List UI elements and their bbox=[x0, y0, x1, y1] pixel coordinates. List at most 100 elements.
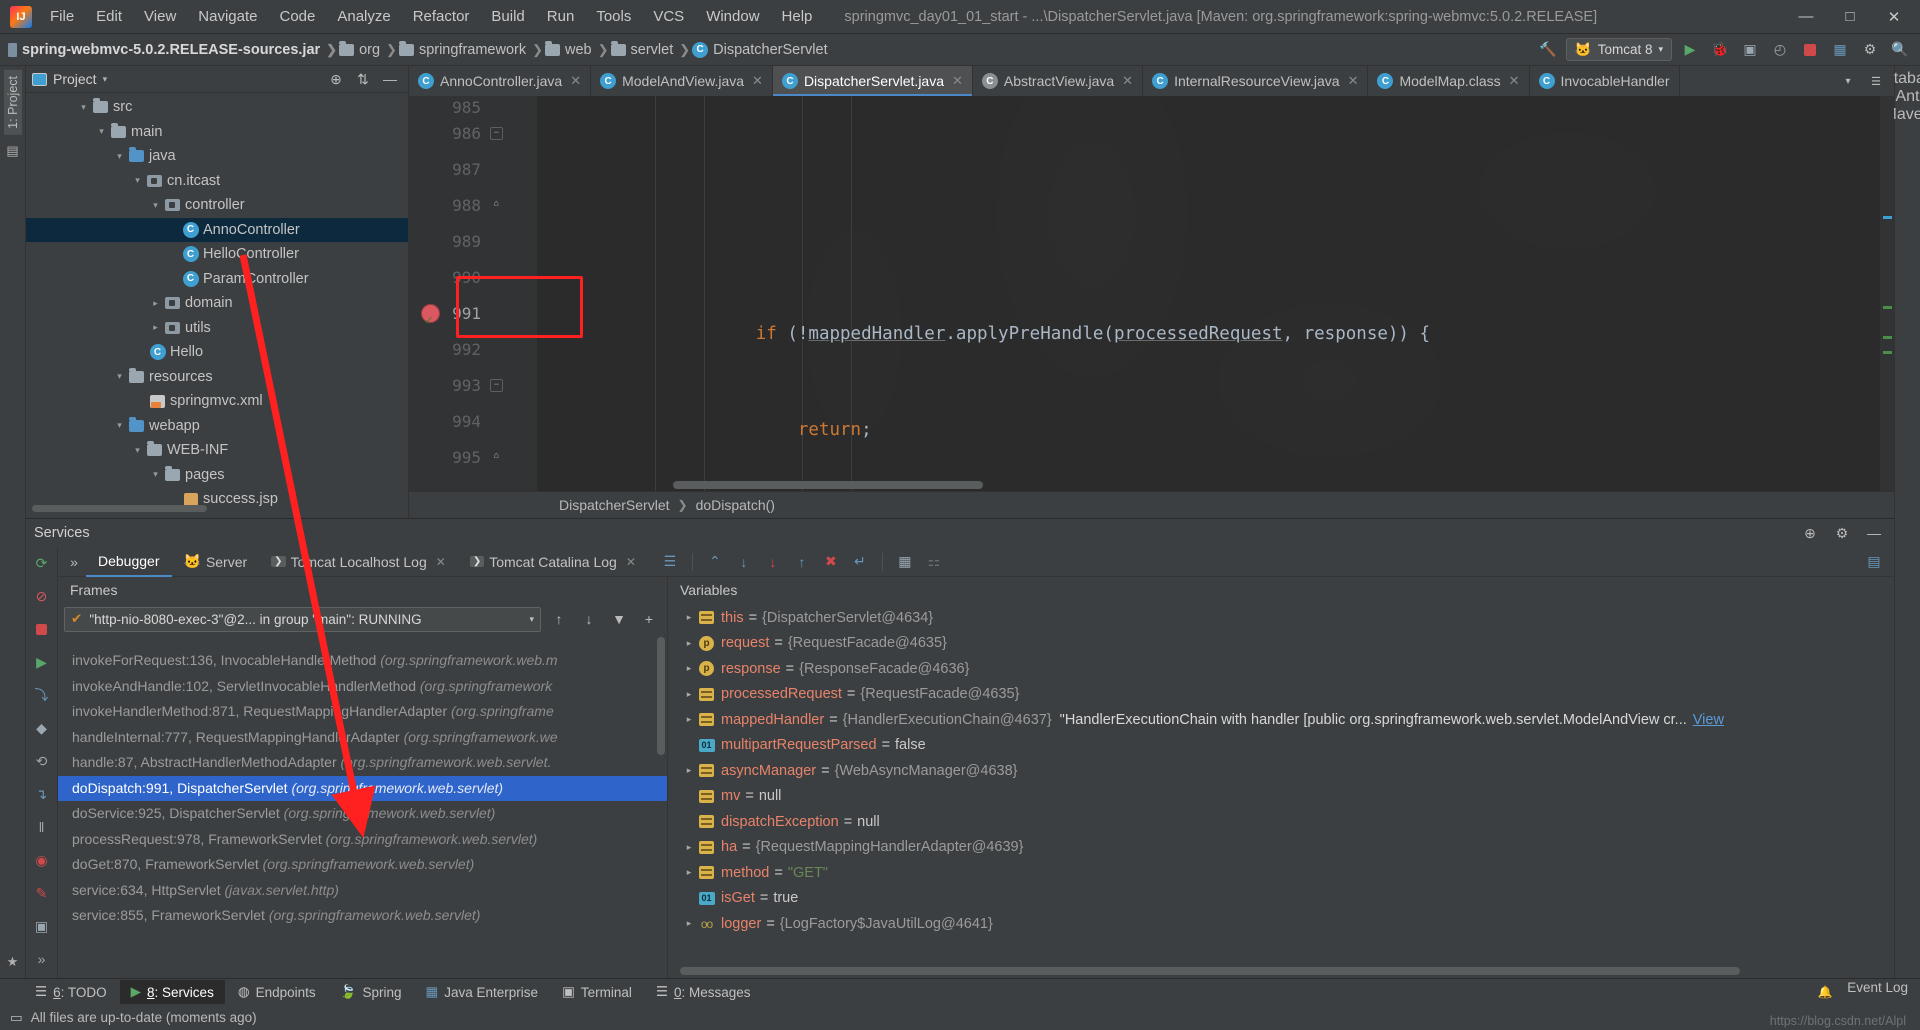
chevron-right-icon[interactable]: ▸ bbox=[680, 663, 698, 674]
menu-item-file[interactable]: File bbox=[40, 4, 84, 29]
event-log-label[interactable]: Event Log bbox=[1847, 980, 1908, 1004]
minimize-button[interactable]: — bbox=[1784, 1, 1828, 33]
close-icon[interactable]: ✕ bbox=[626, 555, 636, 569]
soft-wrap-icon[interactable]: ↵ bbox=[848, 550, 872, 574]
tree-node-hello[interactable]: C Hello bbox=[26, 340, 408, 365]
chevron-down-icon[interactable]: ▾ bbox=[1836, 69, 1860, 93]
scroll-to-end-icon[interactable]: ↓ bbox=[761, 550, 785, 574]
bell-icon[interactable]: 🔔 bbox=[1813, 980, 1837, 1004]
resume-icon[interactable]: ▶ bbox=[32, 652, 52, 672]
variable-row-logger[interactable]: ▸ oo logger = {LogFactory$JavaUtilLog@46… bbox=[668, 911, 1894, 937]
variables-horizontal-scrollbar[interactable] bbox=[680, 967, 1740, 975]
editor-tab-abstractview[interactable]: C AbstractView.java ✕ bbox=[973, 66, 1144, 96]
tree-node-springmvc-xml[interactable]: springmvc.xml bbox=[26, 389, 408, 414]
menu-item-vcs[interactable]: VCS bbox=[643, 4, 694, 29]
chevron-right-icon[interactable]: ▸ bbox=[680, 867, 698, 878]
frame-row[interactable]: doService:925, DispatcherServlet (org.sp… bbox=[58, 801, 667, 827]
tool-window-services[interactable]: ▶ 8: Services bbox=[119, 980, 225, 1004]
build-icon[interactable]: 🔨 bbox=[1536, 38, 1560, 62]
variable-row-dispatchexception[interactable]: ▸ dispatchException = null bbox=[668, 809, 1894, 835]
chevron-right-icon[interactable]: ▸ bbox=[148, 298, 163, 309]
list-icon[interactable]: ☰ bbox=[1864, 69, 1888, 93]
chevron-down-icon[interactable]: ▾ bbox=[130, 175, 145, 186]
menu-item-run[interactable]: Run bbox=[537, 4, 585, 29]
tree-node-webapp[interactable]: ▾ webapp bbox=[26, 414, 408, 439]
down-arrow-icon[interactable]: ↓ bbox=[577, 607, 601, 631]
sidebar-item-ant[interactable]: Ant bbox=[1895, 88, 1919, 106]
breadcrumb-item-springframework[interactable]: springframework ❯ bbox=[398, 40, 545, 58]
frame-row[interactable]: handleInternal:777, RequestMappingHandle… bbox=[58, 725, 667, 751]
editor-gutter[interactable]: 985 986 − 987 988 ⌂ 989 990 991 ✓ 992 99… bbox=[409, 96, 537, 491]
tree-node-web-inf[interactable]: ▾ WEB-INF bbox=[26, 438, 408, 463]
editor-horizontal-scrollbar[interactable] bbox=[673, 481, 983, 489]
chevron-right-icon[interactable]: ▸ bbox=[680, 638, 698, 649]
tool-window-todo[interactable]: ☰ 6: TODO bbox=[24, 980, 118, 1004]
breadcrumb-item-jar[interactable]: spring-webmvc-5.0.2.RELEASE-sources.jar … bbox=[8, 42, 339, 58]
editor-tab-annocontroller[interactable]: C AnnoController.java ✕ bbox=[409, 66, 592, 96]
up-arrow-icon[interactable]: ↑ bbox=[547, 607, 571, 631]
minimize-icon[interactable]: — bbox=[378, 67, 402, 91]
error-stripe-gutter[interactable] bbox=[1880, 96, 1894, 491]
chevron-right-icon[interactable]: ▸ bbox=[680, 918, 698, 929]
variable-row-processedrequest[interactable]: ▸ processedRequest = {RequestFacade@4635… bbox=[668, 682, 1894, 708]
menu-item-help[interactable]: Help bbox=[772, 4, 823, 29]
more-icon[interactable]: + bbox=[637, 607, 661, 631]
stop-icon[interactable] bbox=[1798, 38, 1822, 62]
variable-row-multipartrequestparsed[interactable]: ▸ 01 multipartRequestParsed = false bbox=[668, 733, 1894, 759]
frame-row[interactable]: invokeAndHandle:102, ServletInvocableHan… bbox=[58, 674, 667, 700]
run-icon[interactable]: ▶ bbox=[1678, 38, 1702, 62]
variable-row-isget[interactable]: ▸ 01 isGet = true bbox=[668, 886, 1894, 912]
frame-row[interactable]: service:634, HttpServlet (javax.servlet.… bbox=[58, 878, 667, 904]
step-over-icon[interactable]: ⤵ bbox=[32, 685, 52, 705]
tab-tomcat-localhost-log[interactable]: ❯ Tomcat Localhost Log ✕ bbox=[259, 547, 458, 577]
frame-row[interactable]: service:855, FrameworkServlet (org.sprin… bbox=[58, 903, 667, 929]
tab-debugger[interactable]: Debugger bbox=[86, 547, 172, 577]
fold-marker[interactable]: ⌂ bbox=[490, 451, 503, 464]
chevron-right-icon[interactable]: ▸ bbox=[680, 765, 698, 776]
frame-row[interactable]: handle:87, AbstractHandlerMethodAdapter … bbox=[58, 750, 667, 776]
fold-marker[interactable]: − bbox=[490, 127, 503, 140]
scroll-up-icon[interactable]: ↑ bbox=[790, 550, 814, 574]
chevron-down-icon[interactable]: ▾ bbox=[112, 151, 127, 162]
clear-all-icon[interactable]: ✖ bbox=[819, 550, 843, 574]
chevron-down-icon[interactable]: ▾ bbox=[148, 469, 163, 480]
tree-node-src[interactable]: ▾ src bbox=[26, 95, 408, 120]
gear-icon[interactable]: ⚙ bbox=[1830, 521, 1854, 545]
breadcrumb-item-servlet[interactable]: servlet ❯ bbox=[610, 40, 693, 58]
variable-row-response[interactable]: ▸ p response = {ResponseFacade@4636} bbox=[668, 656, 1894, 682]
maximize-button[interactable]: □ bbox=[1828, 1, 1872, 33]
close-button[interactable]: ✕ bbox=[1872, 1, 1916, 33]
expand-icon[interactable]: » bbox=[62, 550, 86, 574]
chevron-down-icon[interactable]: ▾ bbox=[148, 200, 163, 211]
close-icon[interactable]: ✕ bbox=[952, 73, 963, 89]
debug-icon[interactable]: 🐞 bbox=[1708, 38, 1732, 62]
tree-node-hellocontroller[interactable]: C HelloController bbox=[26, 242, 408, 267]
scroll-down-icon[interactable]: ↓ bbox=[732, 550, 756, 574]
settings-icon[interactable]: ⚏ bbox=[922, 550, 946, 574]
variable-row-request[interactable]: ▸ p request = {RequestFacade@4635} bbox=[668, 631, 1894, 657]
variable-row-asyncmanager[interactable]: ▸ asyncManager = {WebAsyncManager@4638} bbox=[668, 758, 1894, 784]
step-into-icon[interactable]: ↴ bbox=[32, 784, 52, 804]
editor-tab-modelmap[interactable]: C ModelMap.class ✕ bbox=[1368, 66, 1530, 96]
breadcrumb-class[interactable]: DispatcherServlet bbox=[559, 497, 670, 513]
close-icon[interactable]: ✕ bbox=[752, 73, 763, 89]
profile-icon[interactable]: ◴ bbox=[1768, 38, 1792, 62]
console-toggle-icon[interactable]: ☰ bbox=[658, 550, 682, 574]
thread-selector[interactable]: ✔ "http-nio-8080-exec-3"@2... in group "… bbox=[64, 606, 541, 632]
menu-item-build[interactable]: Build bbox=[481, 4, 534, 29]
tree-node-main[interactable]: ▾ main bbox=[26, 120, 408, 145]
camera-icon[interactable]: ▣ bbox=[32, 916, 52, 936]
more-icon[interactable]: » bbox=[32, 949, 52, 969]
tool-window-endpoints[interactable]: ◍ Endpoints bbox=[227, 980, 327, 1004]
view-link[interactable]: View bbox=[1693, 712, 1724, 728]
chevron-down-icon[interactable]: ▾ bbox=[112, 420, 127, 431]
tree-node-java[interactable]: ▾ java bbox=[26, 144, 408, 169]
close-icon[interactable]: ✕ bbox=[436, 555, 446, 569]
frame-row-selected[interactable]: doDispatch:991, DispatcherServlet (org.s… bbox=[58, 775, 667, 801]
variable-row-ha[interactable]: ▸ ha = {RequestMappingHandlerAdapter@463… bbox=[668, 835, 1894, 861]
tree-node-pages[interactable]: ▾ pages bbox=[26, 463, 408, 488]
table-icon[interactable]: ▦ bbox=[893, 550, 917, 574]
evaluate-icon[interactable]: ◉ bbox=[32, 850, 52, 870]
target-icon[interactable]: ⊕ bbox=[324, 67, 348, 91]
frames-scrollbar[interactable] bbox=[657, 637, 665, 755]
